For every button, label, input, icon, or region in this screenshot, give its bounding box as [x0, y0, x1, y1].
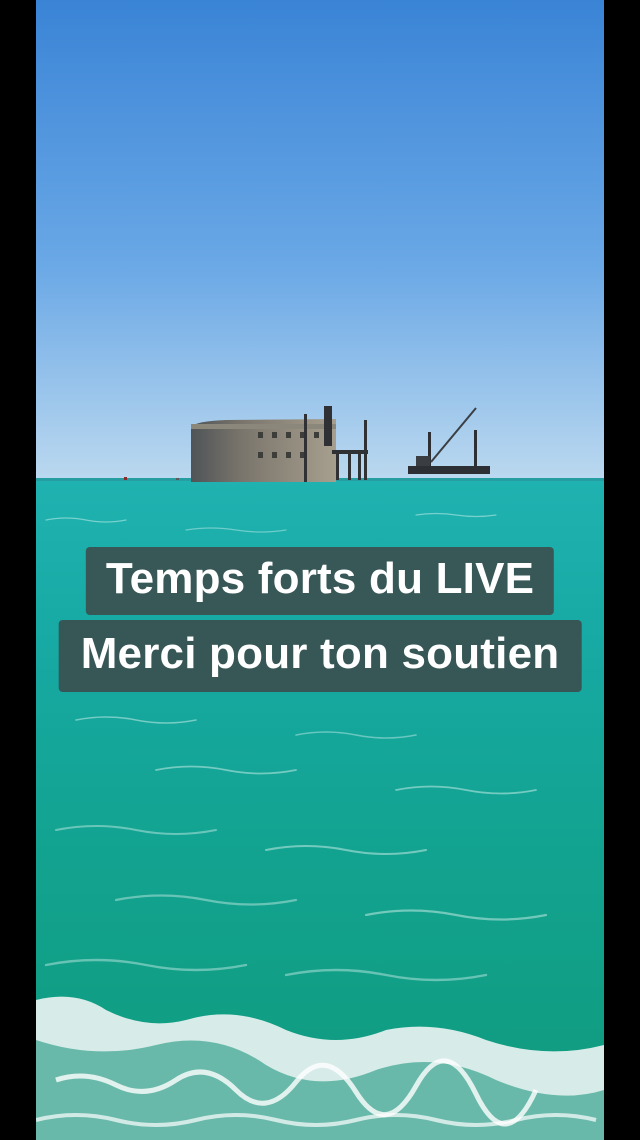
sky — [36, 0, 604, 482]
caption-line-1: Temps forts du LIVE — [85, 547, 555, 615]
video-frame[interactable]: Temps forts du LIVE Merci pour ton souti… — [36, 0, 604, 1140]
caption-line-2: Merci pour ton soutien — [58, 620, 582, 692]
video-viewer: Temps forts du LIVE Merci pour ton souti… — [0, 0, 640, 1140]
